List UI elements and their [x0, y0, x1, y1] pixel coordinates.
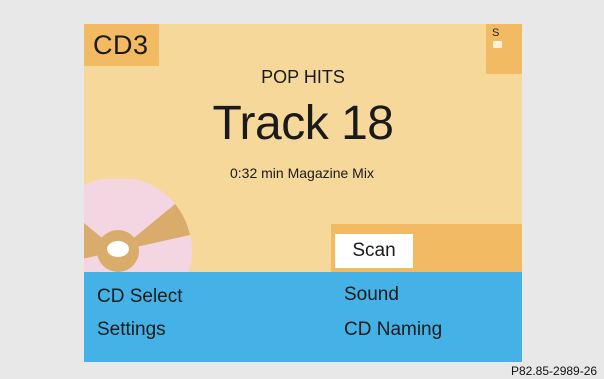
track-info: 0:32 min Magazine Mix [230, 165, 374, 181]
menu-item-cd-select[interactable]: CD Select [97, 286, 183, 308]
cd-source-badge: CD3 [84, 24, 159, 66]
figure-code: P82.85-2989-26 [511, 364, 598, 378]
track-title: Track 18 [212, 97, 394, 150]
menu-item-sound[interactable]: Sound [344, 284, 399, 306]
menu-item-cd-naming[interactable]: CD Naming [344, 319, 442, 341]
cd-disc-icon [84, 179, 192, 274]
note-icon [493, 41, 502, 48]
menu-panel: CD Select Settings Sound CD Naming [84, 272, 522, 362]
cd-source-label: CD3 [93, 30, 149, 60]
corner-status-label: S [492, 27, 500, 39]
category-label: POP HITS [261, 67, 345, 87]
menu-item-settings[interactable]: Settings [97, 319, 166, 341]
display-screen: CD3 S POP HITS Track 18 0:32 min Magazin… [84, 24, 522, 362]
scan-button[interactable]: Scan [335, 234, 413, 268]
